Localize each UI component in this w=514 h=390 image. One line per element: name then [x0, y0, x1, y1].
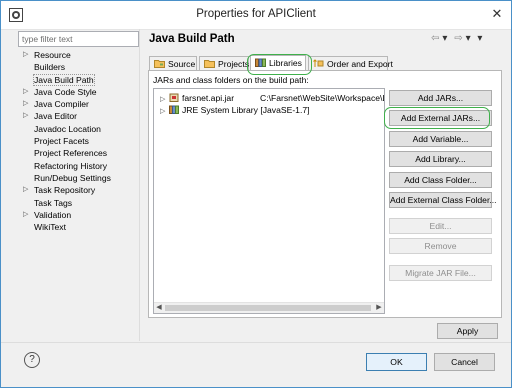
tree-item-project-references[interactable]: Project References [23, 147, 138, 159]
list-item-jre-library[interactable]: ▷ JRE System Library [JavaSE-1.7] [160, 104, 310, 116]
tab-libraries[interactable]: Libraries [250, 55, 306, 71]
scroll-right-icon[interactable]: ▶ [374, 303, 384, 313]
order-export-icon [313, 59, 324, 67]
libraries-icon [255, 58, 266, 67]
jar-path: C:\Farsnet\WebSite\Workspace\Li [260, 93, 385, 103]
tree-item-label: Project Facets [34, 136, 89, 147]
list-item-farsnet-jar[interactable]: ▷ farsnet.api.jar C:\Farsnet\WebSite\Wor… [160, 92, 385, 104]
expand-arrow-icon[interactable]: ▷ [23, 209, 32, 221]
build-path-list[interactable]: ▷ farsnet.api.jar C:\Farsnet\WebSite\Wor… [153, 88, 385, 314]
tree-item-label: Javadoc Location [34, 123, 101, 134]
expand-arrow-icon[interactable]: ▷ [23, 110, 32, 122]
horizontal-scrollbar[interactable]: ◀ ▶ [154, 302, 384, 313]
expand-arrow-icon[interactable]: ▷ [160, 106, 169, 118]
tree-item-run-debug-settings[interactable]: Run/Debug Settings [23, 172, 138, 184]
remove-button[interactable]: Remove [389, 238, 492, 254]
tree-item-javadoc-location[interactable]: Javadoc Location [23, 123, 138, 135]
tree-item-java-build-path[interactable]: Java Build Path [23, 73, 138, 86]
add-jars-button[interactable]: Add JARs... [389, 90, 492, 106]
tree-item-label: Java Code Style [34, 86, 97, 97]
tree-item-refactoring-history[interactable]: Refactoring History [23, 160, 138, 172]
close-button[interactable]: ✕ [489, 6, 505, 22]
tree-item-label: Validation [34, 209, 72, 220]
tree-item-label: WikiText [34, 222, 66, 233]
library-icon [169, 105, 179, 114]
tree-item-resource[interactable]: ▷ Resource [23, 49, 138, 61]
tree-item-builders[interactable]: Builders [23, 61, 138, 73]
add-variable-button[interactable]: Add Variable... [389, 131, 492, 147]
projects-icon [204, 60, 215, 68]
tree-item-label: Java Compiler [34, 99, 89, 110]
libraries-panel: JARs and class folders on the build path… [148, 70, 502, 318]
tab-projects[interactable]: Projects [199, 56, 249, 70]
add-external-jars-button[interactable]: Add External JARs... [389, 110, 492, 126]
add-class-folder-button[interactable]: Add Class Folder... [389, 172, 492, 188]
libraries-caption: JARs and class folders on the build path… [153, 75, 309, 85]
footer-separator [1, 342, 511, 343]
tree-item-label: Task Repository [34, 185, 96, 196]
tree-item-label: Java Editor [34, 111, 77, 122]
scroll-left-icon[interactable]: ◀ [154, 303, 164, 313]
expand-arrow-icon[interactable]: ▷ [23, 98, 32, 110]
tree-item-label: Run/Debug Settings [34, 172, 111, 183]
view-menu-icon[interactable]: ▾ [477, 33, 483, 44]
tree-item-task-repository[interactable]: ▷ Task Repository [23, 184, 138, 196]
forward-dropdown-icon[interactable]: ▾ [466, 33, 472, 44]
tree-item-label: Resource [34, 50, 71, 60]
apply-button[interactable]: Apply [437, 323, 498, 339]
edit-button[interactable]: Edit... [389, 218, 492, 234]
tree-item-label: Java Build Path [33, 73, 95, 86]
back-dropdown-icon[interactable]: ▾ [442, 33, 448, 44]
tree-item-label: Project References [34, 148, 108, 159]
filter-input[interactable] [18, 31, 139, 47]
tree-item-task-tags[interactable]: Task Tags [23, 197, 138, 209]
help-icon[interactable]: ? [24, 352, 40, 368]
cancel-button[interactable]: Cancel [434, 353, 495, 371]
tab-source[interactable]: Source [149, 56, 197, 70]
expand-arrow-icon[interactable]: ▷ [23, 184, 32, 196]
properties-dialog: Properties for APIClient ✕ ▷ResourceBuil… [0, 0, 512, 388]
page-title: Java Build Path [149, 33, 235, 45]
add-external-class-folder-button[interactable]: Add External Class Folder... [389, 192, 497, 208]
ok-button[interactable]: OK [366, 353, 427, 371]
tree-item-java-code-style[interactable]: ▷ Java Code Style [23, 86, 138, 98]
preference-tree: ▷ Resource Builders Java Build Path ▷ Java Co… [23, 49, 138, 233]
source-folder-icon [154, 60, 165, 68]
expand-arrow-icon[interactable]: ▷ [23, 49, 32, 61]
tree-item-label: Builders [34, 62, 66, 73]
migrate-jar-button[interactable]: Migrate JAR File... [389, 265, 492, 281]
title-bar: Properties for APIClient ✕ [1, 1, 511, 30]
expand-arrow-icon[interactable]: ▷ [23, 86, 32, 98]
back-arrow-icon[interactable]: ⇦ [431, 33, 440, 44]
scroll-thumb[interactable] [165, 305, 371, 311]
tree-item-label: Refactoring History [34, 160, 108, 171]
tab-order-and-export[interactable]: Order and Export [308, 56, 393, 70]
tree-item-wikitext[interactable]: WikiText [23, 221, 138, 233]
tree-item-java-compiler[interactable]: ▷ Java Compiler [23, 98, 138, 110]
page-navigation: ⇦ ▾ ⇨ ▾ ▾ [431, 33, 501, 44]
jar-icon [169, 93, 179, 102]
tree-item-java-editor[interactable]: ▷ Java Editor [23, 110, 138, 122]
window-title: Properties for APIClient [196, 8, 316, 20]
sash-divider[interactable] [139, 29, 140, 341]
forward-arrow-icon[interactable]: ⇨ [454, 33, 463, 44]
tree-item-validation[interactable]: ▷ Validation [23, 209, 138, 221]
tree-item-label: Task Tags [34, 197, 73, 208]
tree-item-project-facets[interactable]: Project Facets [23, 135, 138, 147]
add-library-button[interactable]: Add Library... [389, 151, 492, 167]
